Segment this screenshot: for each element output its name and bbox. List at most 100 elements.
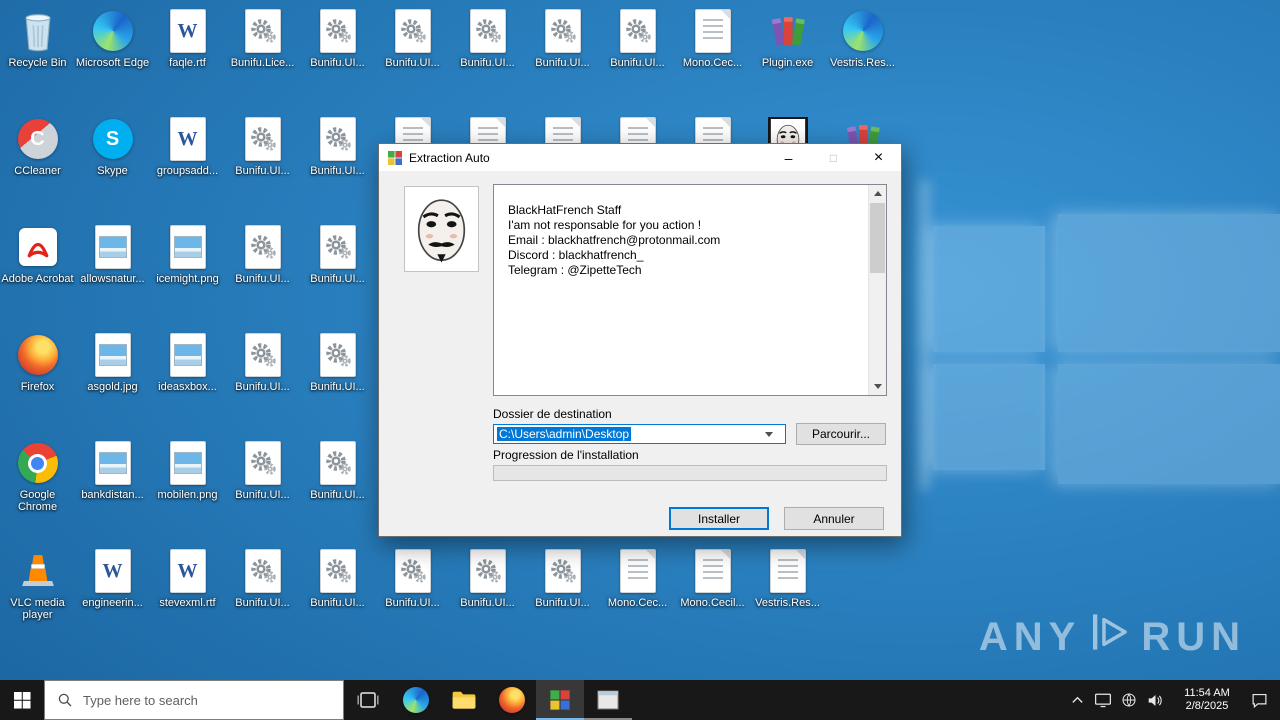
- guy-fawkes-mask-image: [404, 186, 479, 272]
- desktop-icon-bunifu-ui[interactable]: Bunifu.UI...: [225, 332, 300, 393]
- combobox-dropdown-icon[interactable]: [761, 425, 777, 443]
- volume-tray-button[interactable]: [1142, 680, 1168, 720]
- desktop-icon-bunifu-ui[interactable]: Bunifu.UI...: [525, 548, 600, 609]
- desktop-icon-label: Bunifu.UI...: [235, 381, 290, 393]
- desktop-icon-mobilen-png[interactable]: mobilen.png: [150, 440, 225, 501]
- desktop-icon-microsoft-edge[interactable]: Microsoft Edge: [75, 8, 150, 69]
- desktop-icon-bunifu-ui[interactable]: Bunifu.UI...: [300, 8, 375, 69]
- gear-icon: [240, 116, 286, 162]
- desktop-icon-bankdistan[interactable]: bankdistan...: [75, 440, 150, 501]
- desktop-icon-asgold-jpg[interactable]: asgold.jpg: [75, 332, 150, 393]
- watermark-run-text: RUN: [1141, 614, 1246, 659]
- gear-icon: [315, 332, 361, 378]
- gear-icon: [315, 8, 361, 54]
- desktop-icon-bunifu-ui[interactable]: Bunifu.UI...: [225, 440, 300, 501]
- gear-icon: [315, 224, 361, 270]
- taskbar-extraction-auto-button[interactable]: [536, 680, 584, 720]
- desktop-icon-google-chrome[interactable]: Google Chrome: [0, 440, 75, 513]
- desktop-icon-bunifu-ui[interactable]: Bunifu.UI...: [375, 548, 450, 609]
- volume-icon: [1148, 694, 1162, 706]
- desktop-icon-label: Bunifu.UI...: [385, 597, 440, 609]
- firefox-icon: [499, 687, 525, 713]
- desktop-icon-label: Bunifu.UI...: [535, 57, 590, 69]
- hidden-icons-chevron[interactable]: [1064, 680, 1090, 720]
- desktop-icon-bunifu-ui[interactable]: Bunifu.UI...: [225, 116, 300, 177]
- desktop-icon-label: Bunifu.UI...: [535, 597, 590, 609]
- desktop-icon-bunifu-ui[interactable]: Bunifu.UI...: [450, 8, 525, 69]
- search-icon: [58, 693, 72, 707]
- desktop-icon-bunifu-ui[interactable]: Bunifu.UI...: [225, 548, 300, 609]
- desktop-icon-label: Mono.Cecil...: [680, 597, 745, 609]
- desktop-icon-bunifu-ui[interactable]: Bunifu.UI...: [600, 8, 675, 69]
- desktop-icon-stevexml-rtf[interactable]: Wstevexml.rtf: [150, 548, 225, 609]
- desktop-icon-icemight-png[interactable]: icemight.png: [150, 224, 225, 285]
- windows-logo-icon: [13, 691, 31, 709]
- taskbar-window-app-button[interactable]: [584, 680, 632, 720]
- taskbar-edge-button[interactable]: [392, 680, 440, 720]
- desktop-icon-faqle-rtf[interactable]: Wfaqle.rtf: [150, 8, 225, 69]
- action-center-button[interactable]: [1246, 680, 1272, 720]
- desktop-icon-groupsadd[interactable]: Wgroupsadd...: [150, 116, 225, 177]
- browse-button[interactable]: Parcourir...: [796, 423, 886, 445]
- desktop-icon-allowsnatur[interactable]: allowsnatur...: [75, 224, 150, 285]
- desktop-icon-bunifu-ui[interactable]: Bunifu.UI...: [300, 440, 375, 501]
- desktop-icon-ideasxbox[interactable]: ideasxbox...: [150, 332, 225, 393]
- desktop-icon-bunifu-ui[interactable]: Bunifu.UI...: [525, 8, 600, 69]
- desktop-icon-label: Bunifu.UI...: [310, 165, 365, 177]
- desktop-icon-mono-cecil[interactable]: Mono.Cecil...: [675, 548, 750, 609]
- page-icon: [765, 548, 811, 594]
- network-tray-button[interactable]: [1116, 680, 1142, 720]
- install-button[interactable]: Installer: [669, 507, 769, 530]
- desktop-icon-vlc-media-player[interactable]: VLC media player: [0, 548, 75, 621]
- scrollbar-thumb[interactable]: [870, 203, 885, 273]
- desktop-icon-ccleaner[interactable]: C CCleaner: [0, 116, 75, 177]
- desktop-icon-mono-cec[interactable]: Mono.Cec...: [600, 548, 675, 609]
- chevron-up-icon: [1071, 696, 1083, 703]
- minimize-button[interactable]: –: [766, 144, 811, 171]
- network-icon: [1122, 693, 1136, 707]
- desktop-icon-vestris-res[interactable]: Vestris.Res...: [825, 8, 900, 69]
- desktop-icon-bunifu-ui[interactable]: Bunifu.UI...: [300, 116, 375, 177]
- taskbar-clock[interactable]: 11:54 AM 2/8/2025: [1176, 687, 1238, 713]
- desktop-icon-label: Google Chrome: [17, 489, 58, 513]
- task-view-button[interactable]: [344, 680, 392, 720]
- scroll-down-icon[interactable]: [869, 378, 886, 395]
- search-input[interactable]: [81, 691, 325, 709]
- desktop-icon-bunifu-ui[interactable]: Bunifu.UI...: [300, 224, 375, 285]
- desktop-icon-plugin-exe[interactable]: Plugin.exe: [750, 8, 825, 69]
- desktop-icon-adobe-acrobat[interactable]: Adobe Acrobat: [0, 224, 75, 285]
- gear-icon: [315, 116, 361, 162]
- desktop-icon-label: Bunifu.UI...: [610, 57, 665, 69]
- destination-label: Dossier de destination: [493, 407, 612, 421]
- desktop-icon-bunifu-ui[interactable]: Bunifu.UI...: [450, 548, 525, 609]
- message-scrollbar[interactable]: [868, 185, 886, 395]
- gear-icon: [465, 548, 511, 594]
- desktop-icon-bunifu-ui[interactable]: Bunifu.UI...: [300, 332, 375, 393]
- taskbar-file-explorer-button[interactable]: [440, 680, 488, 720]
- image-icon: [90, 224, 136, 270]
- desktop-icon-label: Bunifu.UI...: [235, 489, 290, 501]
- desktop-icon-vestris-res[interactable]: Vestris.Res...: [750, 548, 825, 609]
- desktop-icon-engineerin[interactable]: Wengineerin...: [75, 548, 150, 609]
- desktop-icon-bunifu-ui[interactable]: Bunifu.UI...: [225, 224, 300, 285]
- desktop-icon-bunifu-ui[interactable]: Bunifu.UI...: [300, 548, 375, 609]
- scroll-up-icon[interactable]: [869, 185, 886, 202]
- desktop-icon-recycle-bin[interactable]: Recycle Bin: [0, 8, 75, 69]
- edge-icon: [90, 8, 136, 54]
- close-button[interactable]: ×: [856, 144, 901, 171]
- desktop-icon-bunifu-lice[interactable]: Bunifu.Lice...: [225, 8, 300, 69]
- gear-icon: [315, 440, 361, 486]
- cancel-button[interactable]: Annuler: [784, 507, 884, 530]
- desktop-icon-mono-cec[interactable]: Mono.Cec...: [675, 8, 750, 69]
- desktop-icon-skype[interactable]: S Skype: [75, 116, 150, 177]
- destination-combobox[interactable]: C:\Users\admin\Desktop: [493, 424, 786, 444]
- start-button[interactable]: [0, 680, 44, 720]
- taskbar-search[interactable]: [44, 680, 344, 720]
- anyrun-play-icon: [1089, 612, 1133, 662]
- display-tray-button[interactable]: [1090, 680, 1116, 720]
- desktop-icon-label: ideasxbox...: [158, 381, 217, 393]
- image-icon: [90, 332, 136, 378]
- desktop-icon-firefox[interactable]: Firefox: [0, 332, 75, 393]
- taskbar-firefox-button[interactable]: [488, 680, 536, 720]
- desktop-icon-bunifu-ui[interactable]: Bunifu.UI...: [375, 8, 450, 69]
